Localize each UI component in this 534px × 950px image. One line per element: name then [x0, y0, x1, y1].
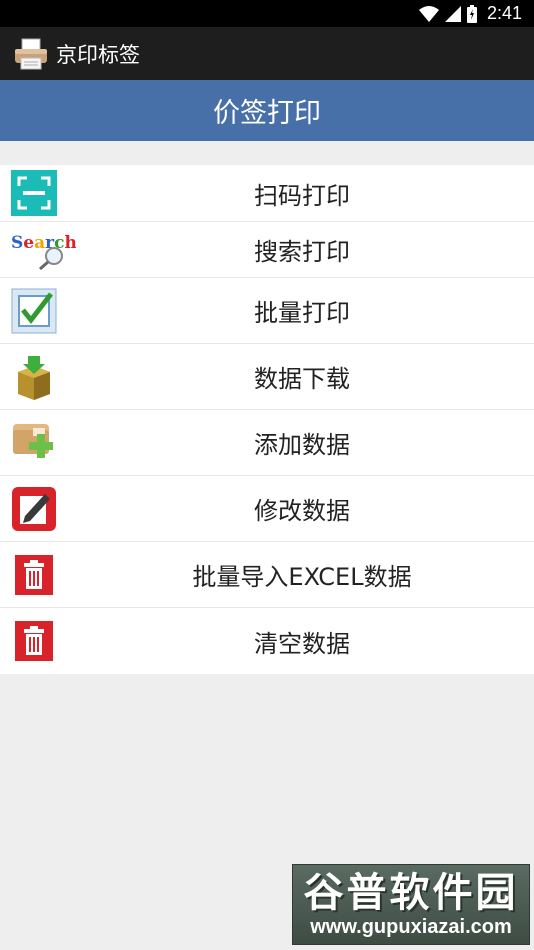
menu-item-label: 清空数据 — [254, 629, 350, 658]
menu-item-label: 数据下载 — [254, 365, 350, 393]
battery-icon — [466, 4, 477, 23]
menu-item-label: 扫码打印 — [254, 181, 350, 210]
menu-item-batch-print[interactable]: 批量打印 — [0, 278, 534, 344]
page-title-banner: 价签打印 — [0, 80, 534, 141]
menu-item-add-data[interactable]: 添加数据 — [0, 410, 534, 476]
menu-item-scan-print[interactable]: 扫码打印 — [0, 165, 534, 222]
edit-icon — [10, 485, 58, 533]
menu-list: 扫码打印 Search 搜索打印 批量打印 数据下载 添加数据 修改数据 批量导… — [0, 165, 534, 674]
menu-item-clear-data[interactable]: 清空数据 — [0, 608, 534, 674]
menu-item-label: 批量打印 — [254, 299, 350, 327]
trash-icon — [10, 617, 58, 665]
search-icon-text: Search — [11, 233, 76, 253]
watermark: 谷普软件园 www.gupuxiazai.com — [292, 864, 530, 945]
menu-item-label: 批量导入EXCEL数据 — [192, 563, 412, 591]
scan-icon — [10, 169, 58, 217]
add-folder-icon — [10, 419, 58, 467]
trash-icon — [10, 551, 58, 599]
app-bar: 京印标签 — [0, 27, 534, 80]
wifi-icon — [418, 5, 439, 22]
menu-item-label: 添加数据 — [254, 431, 350, 459]
download-box-icon — [10, 353, 58, 401]
menu-item-data-download[interactable]: 数据下载 — [0, 344, 534, 410]
status-time: 2:41 — [486, 3, 522, 23]
cell-signal-icon — [444, 5, 461, 22]
menu-item-import-excel[interactable]: 批量导入EXCEL数据 — [0, 542, 534, 608]
watermark-url: www.gupuxiazai.com — [310, 915, 512, 938]
status-bar: 2:41 — [0, 0, 534, 27]
search-icon: Search — [10, 226, 76, 274]
page-title: 价签打印 — [213, 98, 321, 129]
watermark-title: 谷普软件园 — [303, 869, 519, 916]
menu-item-edit-data[interactable]: 修改数据 — [0, 476, 534, 542]
app-title: 京印标签 — [56, 42, 140, 67]
printer-icon — [15, 38, 47, 69]
checkbox-icon — [10, 287, 58, 335]
menu-item-search-print[interactable]: Search 搜索打印 — [0, 222, 534, 278]
menu-item-label: 搜索打印 — [254, 238, 350, 266]
menu-item-label: 修改数据 — [254, 497, 350, 525]
